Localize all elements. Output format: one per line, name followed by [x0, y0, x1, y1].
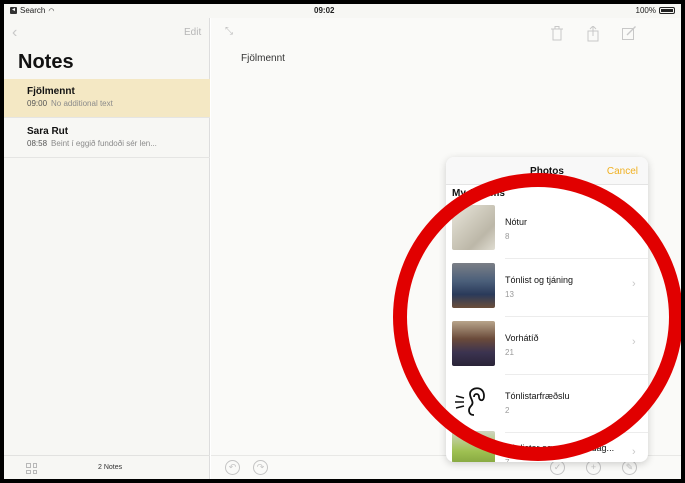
status-time: 09:02	[314, 6, 335, 15]
redo-icon[interactable]: ↷	[253, 460, 268, 475]
note-row[interactable]: Fjölmennt 09:00 No additional text	[4, 79, 210, 118]
battery-icon	[659, 7, 675, 14]
add-attachment-icon[interactable]: +	[586, 460, 601, 475]
album-count: 21	[505, 348, 514, 357]
note-body-text[interactable]: Fjölmennt	[241, 53, 285, 64]
album-row[interactable]: Vorhátíð 21 ›	[446, 317, 648, 375]
album-thumbnail	[452, 321, 495, 366]
album-name: Vorhátíð	[505, 333, 539, 343]
album-thumbnail	[452, 263, 495, 308]
gallery-view-icon[interactable]	[26, 463, 37, 474]
back-to-app-icon[interactable]: ◂	[10, 7, 17, 14]
share-icon[interactable]	[586, 25, 600, 42]
trash-icon[interactable]	[550, 26, 564, 42]
sidebar-bottom-bar: 2 Notes	[4, 455, 210, 479]
chevron-right-icon: ›	[632, 446, 636, 458]
sketch-icon[interactable]: ✎	[622, 460, 637, 475]
note-time: 08:58	[27, 139, 48, 148]
photos-popover: Photos Cancel My Albums Nótur 8 › Tónlis…	[446, 157, 648, 462]
album-count: 8	[505, 232, 510, 241]
album-name: Tónlistarfræðslu	[505, 391, 570, 401]
compose-icon[interactable]	[622, 26, 636, 42]
note-time: 09:00	[27, 99, 48, 108]
cancel-button[interactable]: Cancel	[607, 166, 638, 177]
album-count: 13	[505, 290, 514, 299]
note-title: Fjölmennt	[27, 86, 75, 97]
note-meta: 09:00 No additional text	[27, 99, 210, 108]
note-preview: No additional text	[51, 99, 113, 108]
status-right: 100%	[636, 6, 675, 15]
note-title: Sara Rut	[27, 126, 69, 137]
album-row[interactable]: Tónlist og tjáning 13 ›	[446, 259, 648, 317]
album-count: 2	[505, 406, 510, 415]
notes-sidebar: ‹ Edit Notes Fjölmennt 09:00 No additiona…	[4, 18, 210, 479]
album-name: Tónlistar og myndbandag...	[505, 443, 615, 453]
album-row[interactable]: Nótur 8 ›	[446, 201, 648, 259]
album-count: 7	[505, 458, 509, 462]
status-bar: ◂ Search ◠ 09:02 100%	[4, 4, 681, 18]
chevron-right-icon: ›	[632, 336, 636, 348]
note-row[interactable]: Sara Rut 08:58 Beint í eggið fundoði sér …	[4, 119, 210, 158]
undo-icon[interactable]: ↶	[225, 460, 240, 475]
album-thumbnail	[452, 205, 495, 250]
note-meta: 08:58 Beint í eggið fundoði sér len...	[27, 139, 210, 148]
album-row[interactable]: Tónlistarfræðslu 2	[446, 375, 648, 433]
album-row[interactable]: Tónlistar og myndbandag... 7 ›	[446, 427, 648, 462]
status-left[interactable]: ◂ Search ◠	[10, 6, 54, 15]
note-preview: Beint í eggið fundoði sér len...	[51, 139, 157, 148]
chevron-right-icon: ›	[632, 220, 636, 232]
notes-count: 2 Notes	[98, 464, 123, 471]
chevron-right-icon: ›	[632, 278, 636, 290]
album-name: Nótur	[505, 217, 528, 227]
edit-button[interactable]: Edit	[184, 27, 201, 38]
album-thumbnail	[452, 431, 495, 462]
expand-icon[interactable]: ⤡	[225, 26, 233, 37]
wifi-icon: ◠	[48, 7, 55, 15]
ear-icon	[452, 379, 495, 424]
albums-section-heading: My Albums	[452, 188, 505, 199]
battery-percent: 100%	[635, 6, 656, 15]
album-name: Tónlist og tjáning	[505, 275, 574, 285]
page-title: Notes	[18, 51, 74, 73]
popover-header: Photos Cancel	[446, 157, 648, 185]
back-app-label[interactable]: Search	[20, 6, 45, 15]
checklist-icon[interactable]: ✓	[550, 460, 565, 475]
back-chevron-icon[interactable]: ‹	[12, 24, 17, 42]
